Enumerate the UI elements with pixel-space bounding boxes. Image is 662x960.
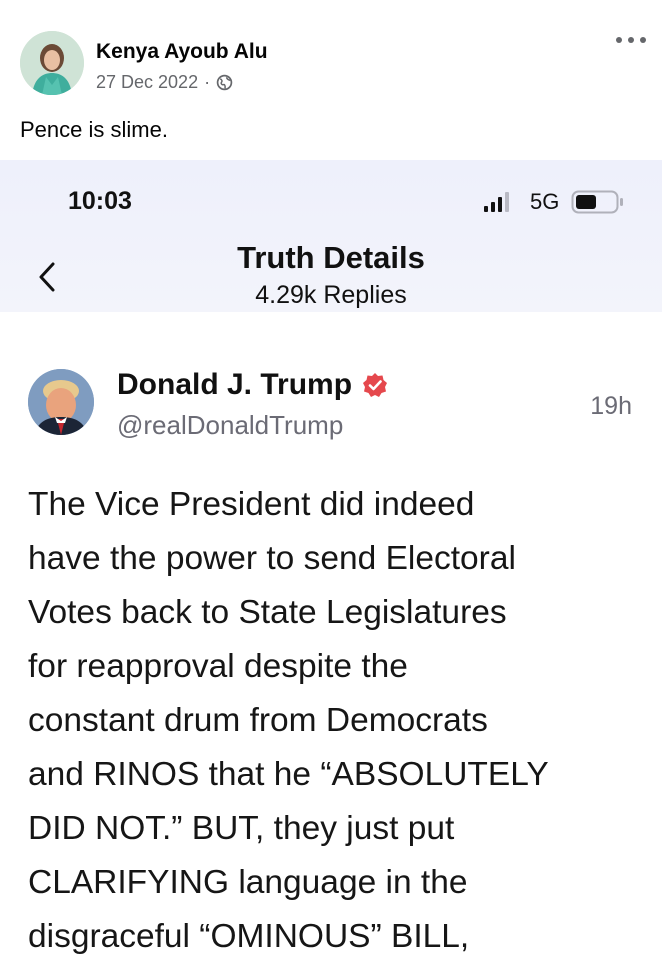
- truth-body-line: for reapproval despite the: [28, 648, 408, 685]
- post-caption: Pence is slime.: [20, 117, 168, 142]
- truth-body-line: DID NOT.” BUT, they just put: [28, 810, 455, 847]
- truth-body-line: disgraceful “OMINOUS” BILL,: [28, 918, 470, 955]
- post-meta: 27 Dec 2022 ·: [96, 72, 233, 93]
- meta-separator: ·: [204, 72, 211, 92]
- truth-author-name[interactable]: Donald J. Trump: [117, 368, 352, 402]
- avatar-photo: [28, 369, 94, 435]
- truth-body-line: Votes back to State Legislatures: [28, 594, 507, 631]
- truth-body-line: have the power to send Electoral: [28, 540, 516, 577]
- facebook-post: Kenya Ayoub Alu 27 Dec 2022 · Pence is s…: [0, 0, 662, 960]
- truth-timestamp: 19h: [590, 392, 632, 420]
- truth-body-line: CLARIFYING language in the: [28, 864, 468, 901]
- truth-body: The Vice President did indeed have the p…: [28, 478, 648, 960]
- page-title: Truth Details: [237, 240, 425, 275]
- embedded-screenshot: 10:03 5G Truth Details 4.29k Replies Don…: [0, 160, 662, 960]
- truth-author-avatar[interactable]: [28, 369, 94, 435]
- status-time: 10:03: [68, 187, 132, 215]
- verified-badge-icon: [363, 373, 388, 397]
- battery-icon: [571, 190, 623, 214]
- truth-author-handle[interactable]: @realDonaldTrump: [117, 410, 343, 441]
- author-name[interactable]: Kenya Ayoub Alu: [96, 40, 268, 64]
- post-date[interactable]: 27 Dec 2022: [96, 72, 198, 93]
- signal-icon: [484, 192, 509, 212]
- truth-body-line: The Vice President did indeed: [28, 486, 475, 523]
- truth-body-line: and RINOS that he “ABSOLUTELY: [28, 756, 549, 793]
- replies-count[interactable]: 4.29k Replies: [0, 281, 662, 310]
- app-header: 10:03 5G Truth Details 4.29k Replies: [0, 160, 662, 312]
- more-options-icon[interactable]: [616, 32, 646, 48]
- truth-body-line: constant drum from Democrats: [28, 702, 488, 739]
- globe-icon: [216, 74, 233, 91]
- network-type: 5G: [530, 189, 560, 214]
- post-header: Kenya Ayoub Alu 27 Dec 2022 · Pence is s…: [0, 0, 662, 160]
- truth-author: Donald J. Trump: [117, 368, 388, 402]
- avatar[interactable]: [20, 31, 84, 95]
- avatar-photo: [20, 31, 84, 95]
